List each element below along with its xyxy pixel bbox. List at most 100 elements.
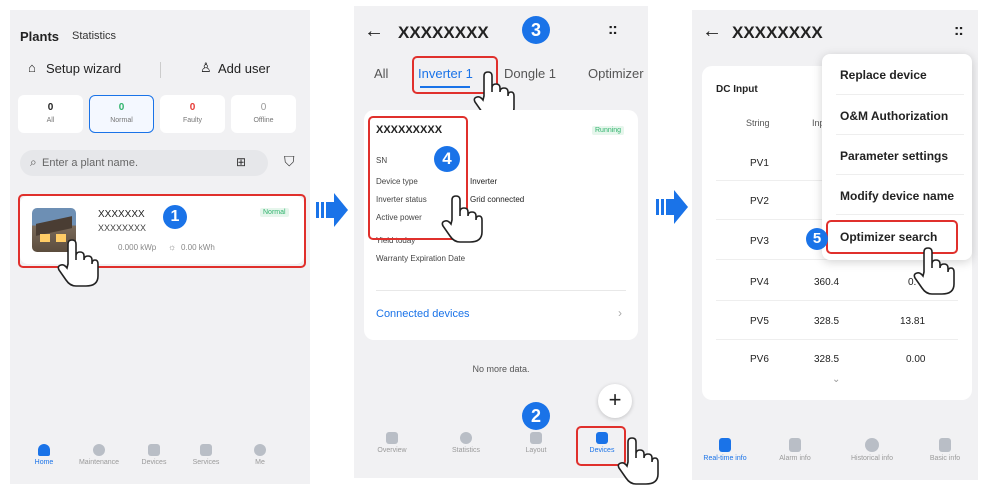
divider bbox=[716, 300, 958, 301]
search-placeholder: Enter a plant name. bbox=[42, 157, 139, 169]
more-icon[interactable]: :: bbox=[954, 23, 964, 39]
user-icon bbox=[254, 444, 266, 456]
scan-icon[interactable]: ⊞ bbox=[236, 155, 246, 169]
flow-arrow-icon bbox=[316, 193, 348, 227]
search-input[interactable]: ⌕ Enter a plant name. ⊞ bbox=[20, 150, 268, 176]
menu-item-parameter-settings[interactable]: Parameter settings bbox=[840, 149, 948, 163]
pointer-hand-icon bbox=[913, 247, 955, 295]
add-device-button[interactable]: + bbox=[598, 384, 632, 418]
home-gear-icon: ⌂ bbox=[28, 60, 36, 75]
overview-icon bbox=[386, 432, 398, 444]
nav-devices[interactable]: Devices bbox=[134, 444, 174, 466]
tab-plants[interactable]: Plants bbox=[20, 29, 59, 44]
nav-basic-info[interactable]: Basic info bbox=[920, 438, 970, 462]
step-badge-3: 3 bbox=[522, 16, 550, 44]
setup-wizard-label: Setup wizard bbox=[46, 61, 122, 76]
divider bbox=[836, 134, 964, 135]
filter-offline[interactable]: 0 Offline bbox=[231, 95, 296, 133]
bottom-nav: Home Maintenance Devices Services Me bbox=[10, 430, 310, 484]
row-label-warranty: Warranty Expiration Date bbox=[376, 254, 466, 263]
nav-overview[interactable]: Overview bbox=[372, 432, 412, 454]
table-cell-input: 328.5 bbox=[814, 354, 840, 365]
divider bbox=[160, 62, 161, 78]
filter-label: Offline bbox=[253, 117, 274, 124]
divider bbox=[716, 339, 958, 340]
nav-label: Real-time info bbox=[703, 455, 747, 462]
tab-statistics[interactable]: Statistics bbox=[72, 30, 116, 42]
filter-icon[interactable]: ⛉ bbox=[284, 153, 295, 170]
row-value-device-type: Inverter bbox=[470, 177, 498, 186]
nav-me[interactable]: Me bbox=[240, 444, 280, 466]
nav-label: Me bbox=[255, 459, 265, 466]
basic-info-icon bbox=[939, 438, 951, 452]
nav-maintenance[interactable]: Maintenance bbox=[74, 444, 124, 466]
table-cell-string: PV3 bbox=[750, 236, 769, 247]
nav-label: Alarm info bbox=[779, 455, 811, 462]
divider bbox=[836, 94, 964, 95]
column-header-string: String bbox=[746, 118, 770, 128]
nav-layout[interactable]: Layout bbox=[516, 432, 556, 454]
tab-optimizer[interactable]: Optimizer bbox=[588, 66, 644, 81]
nav-home[interactable]: Home bbox=[24, 444, 64, 466]
filter-label: Normal bbox=[110, 117, 133, 124]
pie-chart-icon bbox=[460, 432, 472, 444]
filter-normal[interactable]: 0 Normal bbox=[89, 95, 154, 133]
divider bbox=[376, 290, 626, 291]
nav-label: Basic info bbox=[929, 455, 961, 462]
screen-plants: Plants Statistics ⌂ Setup wizard ♙ Add u… bbox=[10, 10, 310, 484]
nav-label: Maintenance bbox=[78, 459, 120, 466]
nav-label: Devices bbox=[141, 459, 167, 466]
table-cell-string: PV5 bbox=[750, 316, 769, 327]
filter-all[interactable]: 0 All bbox=[18, 95, 83, 133]
table-cell-string: PV4 bbox=[750, 277, 769, 288]
menu-item-om-authorization[interactable]: O&M Authorization bbox=[840, 109, 948, 123]
nav-label: Services bbox=[192, 459, 220, 466]
filter-label: All bbox=[46, 117, 55, 124]
table-cell-string: PV6 bbox=[750, 354, 769, 365]
no-more-data: No more data. bbox=[472, 364, 530, 374]
status-badge: Running bbox=[592, 126, 625, 135]
chevron-down-icon[interactable]: ⌄ bbox=[832, 374, 840, 385]
nav-alarm-info[interactable]: Alarm info bbox=[772, 438, 818, 462]
plus-icon: + bbox=[608, 387, 622, 412]
divider bbox=[836, 214, 964, 215]
maintenance-icon bbox=[93, 444, 105, 456]
filter-count: 0 bbox=[118, 102, 125, 113]
step-badge-4: 4 bbox=[434, 146, 460, 172]
table-cell-input: 328.5 bbox=[814, 316, 840, 327]
nav-statistics[interactable]: Statistics bbox=[446, 432, 486, 454]
screen-device: ← XXXXXXXX 3 :: All Inverter 1 Dongle 1 … bbox=[354, 6, 648, 478]
nav-realtime-info[interactable]: Real-time info bbox=[698, 438, 752, 462]
menu-item-replace-device[interactable]: Replace device bbox=[840, 68, 927, 82]
table-cell-string: PV1 bbox=[750, 158, 769, 169]
page-title: XXXXXXXX bbox=[398, 23, 489, 42]
devices-icon bbox=[148, 444, 160, 456]
layout-icon bbox=[530, 432, 542, 444]
add-user-icon: ♙ bbox=[200, 60, 212, 75]
more-icon[interactable]: :: bbox=[608, 22, 618, 38]
divider bbox=[836, 174, 964, 175]
table-cell-current: 0.00 bbox=[906, 354, 926, 365]
step-badge-1: 1 bbox=[163, 205, 187, 229]
nav-label: Overview bbox=[377, 447, 407, 454]
filter-faulty[interactable]: 0 Faulty bbox=[160, 95, 225, 133]
table-cell-input: 360.4 bbox=[814, 277, 840, 288]
chevron-right-icon: › bbox=[618, 306, 622, 320]
back-arrow-icon[interactable]: ← bbox=[364, 20, 384, 43]
nav-label: Historical info bbox=[850, 455, 893, 462]
nav-services[interactable]: Services bbox=[186, 444, 226, 466]
page-title: XXXXXXXX bbox=[732, 23, 823, 42]
table-cell-current: 13.81 bbox=[900, 316, 926, 327]
menu-item-modify-device-name[interactable]: Modify device name bbox=[840, 189, 954, 203]
pointer-hand-icon bbox=[57, 239, 99, 287]
back-arrow-icon[interactable]: ← bbox=[702, 20, 722, 43]
pointer-hand-icon bbox=[617, 437, 659, 485]
nav-label: Layout bbox=[525, 447, 547, 454]
clock-icon bbox=[865, 438, 879, 452]
tab-all[interactable]: All bbox=[374, 66, 388, 81]
add-user-label: Add user bbox=[218, 61, 271, 76]
nav-historical-info[interactable]: Historical info bbox=[842, 438, 902, 462]
connected-devices-link[interactable]: Connected devices bbox=[376, 308, 470, 320]
nav-label: Home bbox=[34, 459, 54, 466]
step-badge-5: 5 bbox=[806, 228, 828, 250]
